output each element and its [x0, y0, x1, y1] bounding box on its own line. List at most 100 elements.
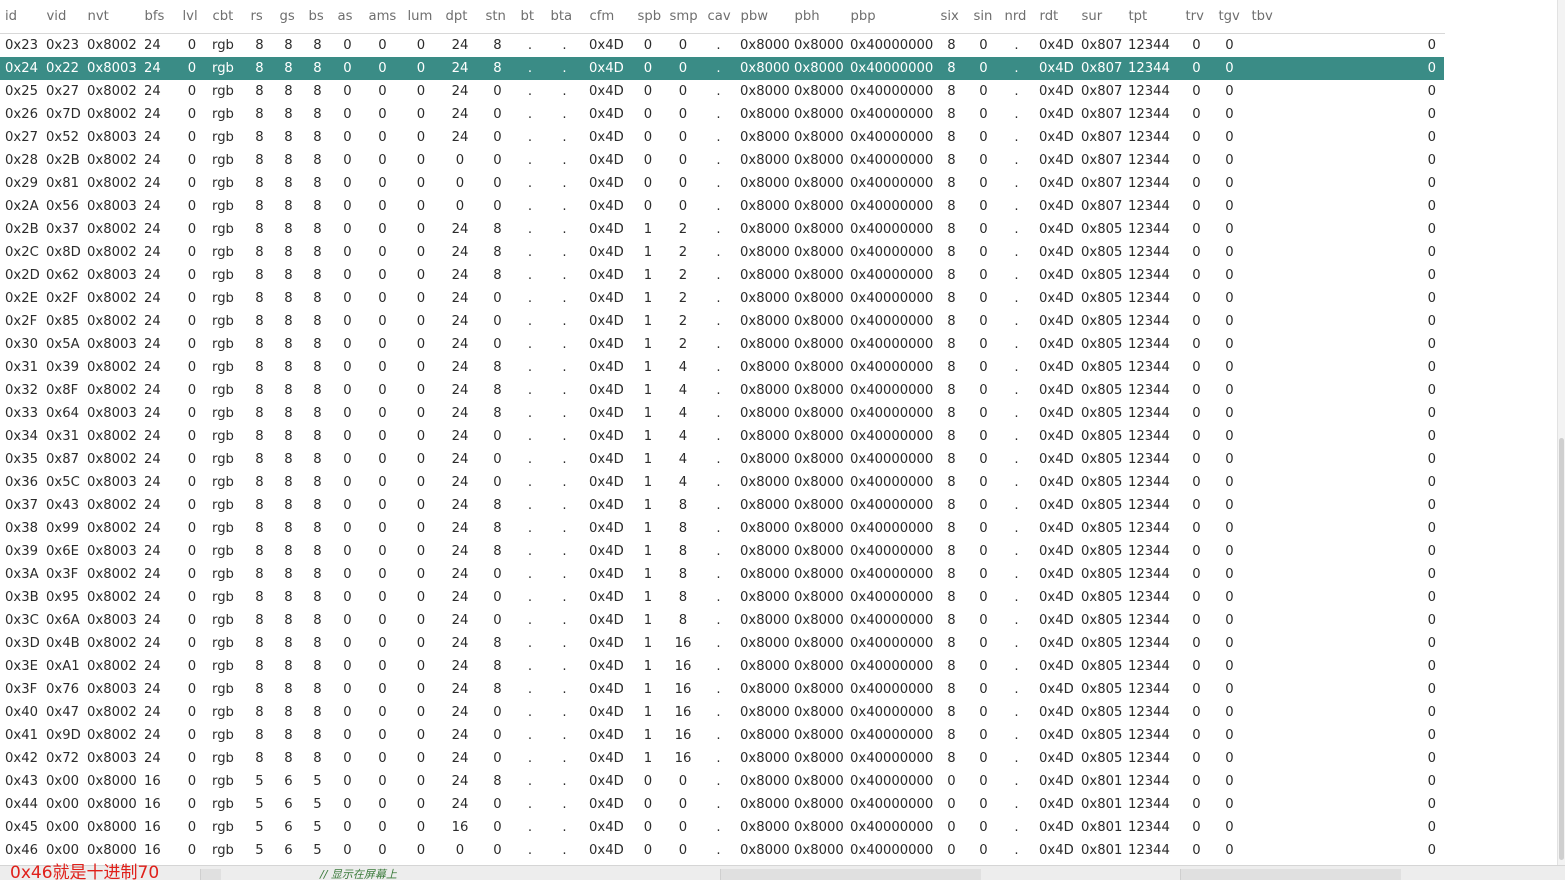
column-header-rs[interactable]: rs — [245, 0, 274, 34]
table-cell-cav: . — [716, 774, 721, 789]
table-row[interactable]: 0x29 0x81 0x8002 24 0 rgb 8 8 8 0 0 0 0 0.. 0x4D 0 0. 0x8… — [0, 172, 1444, 195]
table-row[interactable]: 0x38 0x99 0x8002 24 0 rgb 8 8 8 0 0 0 24 8.. 0x4D 1 8. 0x… — [0, 517, 1444, 540]
table-cell-cbt: rgb — [212, 107, 234, 122]
table-cell-six: 0 — [947, 820, 956, 835]
table-row[interactable]: 0x3E 0xA1 0x8002 24 0 rgb 8 8 8 0 0 0 24 8.. 0x4D 1 16. 0… — [0, 655, 1444, 678]
table-cell-gs: 8 — [284, 682, 293, 697]
column-header-cbt[interactable]: cbt — [207, 0, 245, 34]
table-cell-ams: 0 — [378, 797, 387, 812]
column-header-cfm[interactable]: cfm — [584, 0, 632, 34]
table-row[interactable]: 0x46 0x00 0x8000 16 0 rgb 5 6 5 0 0 0 0 0.. 0x4D 0 0. 0x8… — [0, 839, 1444, 862]
column-header-rdt[interactable]: rdt — [1034, 0, 1076, 34]
column-header-bs[interactable]: bs — [303, 0, 332, 34]
table-cell-pbp: 0x40000000 — [850, 498, 934, 513]
table-cell-vid: 0x2B — [46, 153, 80, 168]
table-row[interactable]: 0x3A 0x3F 0x8002 24 0 rgb 8 8 8 0 0 0 24 0.. 0x4D 1 8. 0x… — [0, 563, 1444, 586]
table-row[interactable]: 0x3D 0x4B 0x8002 24 0 rgb 8 8 8 0 0 0 24 8.. 0x4D 1 16. 0… — [0, 632, 1444, 655]
column-header-sur[interactable]: sur — [1076, 0, 1123, 34]
table-row[interactable]: 0x26 0x7D 0x8002 24 0 rgb 8 8 8 0 0 0 24 0.. 0x4D 0 0. 0x… — [0, 103, 1444, 126]
table-row[interactable]: 0x42 0x72 0x8003 24 0 rgb 8 8 8 0 0 0 24 0.. 0x4D 1 16. 0… — [0, 747, 1444, 770]
column-header-extra[interactable] — [1277, 0, 1444, 34]
table-row[interactable]: 0x24 0x22 0x8003 24 0 rgb 8 8 8 0 0 0 24 8.. 0x4D 0 0. 0x… — [0, 57, 1444, 80]
column-header-bt[interactable]: bt — [515, 0, 545, 34]
column-header-sin[interactable]: sin — [968, 0, 999, 34]
table-row[interactable]: 0x3B 0x95 0x8002 24 0 rgb 8 8 8 0 0 0 24 0.. 0x4D 1 8. 0x… — [0, 586, 1444, 609]
vertical-scrollbar-thumb[interactable] — [1559, 438, 1564, 860]
table-row[interactable]: 0x37 0x43 0x8002 24 0 rgb 8 8 8 0 0 0 24 8.. 0x4D 1 8. 0x… — [0, 494, 1444, 517]
table-row[interactable]: 0x45 0x00 0x8000 16 0 rgb 5 6 5 0 0 0 16 0.. 0x4D 0 0. 0x… — [0, 816, 1444, 839]
table-row[interactable]: 0x31 0x39 0x8002 24 0 rgb 8 8 8 0 0 0 24 8.. 0x4D 1 4. 0x… — [0, 356, 1444, 379]
table-row[interactable]: 0x35 0x87 0x8002 24 0 rgb 8 8 8 0 0 0 24 0.. 0x4D 1 4. 0x… — [0, 448, 1444, 471]
vertical-scrollbar[interactable] — [1557, 0, 1565, 865]
table-cell-spb: 0 — [643, 199, 653, 214]
column-header-stn[interactable]: stn — [480, 0, 515, 34]
column-header-bfs[interactable]: bfs — [139, 0, 177, 34]
table-cell-lum: 0 — [416, 475, 426, 490]
table-row[interactable]: 0x32 0x8F 0x8002 24 0 rgb 8 8 8 0 0 0 24 8.. 0x4D 1 4. 0x… — [0, 379, 1444, 402]
column-header-nrd[interactable]: nrd — [999, 0, 1034, 34]
column-header-bta[interactable]: bta — [545, 0, 584, 34]
table-cell-bta: . — [562, 728, 567, 743]
table-row[interactable]: 0x34 0x31 0x8002 24 0 rgb 8 8 8 0 0 0 24 0.. 0x4D 1 4. 0x… — [0, 425, 1444, 448]
table-cell-rs: 8 — [255, 84, 264, 99]
column-header-tgv[interactable]: tgv — [1213, 0, 1246, 34]
table-cell-smp: 0 — [678, 84, 688, 99]
table-row[interactable]: 0x33 0x64 0x8003 24 0 rgb 8 8 8 0 0 0 24 8.. 0x4D 1 4. 0x… — [0, 402, 1444, 425]
column-header-tbv[interactable]: tbv — [1246, 0, 1277, 34]
column-header-dpt[interactable]: dpt — [440, 0, 480, 34]
table-cell-as: 0 — [343, 406, 352, 421]
table-cell-gs: 8 — [284, 728, 293, 743]
table-cell-bt: . — [527, 406, 533, 421]
table-row[interactable]: 0x3F 0x76 0x8003 24 0 rgb 8 8 8 0 0 0 24 8.. 0x4D 1 16. 0… — [0, 678, 1444, 701]
column-header-tpt[interactable]: tpt — [1123, 0, 1180, 34]
column-header-spb[interactable]: spb — [632, 0, 664, 34]
column-header-nvt[interactable]: nvt — [82, 0, 139, 34]
column-header-vid[interactable]: vid — [41, 0, 82, 34]
table-row[interactable]: 0x41 0x9D 0x8002 24 0 rgb 8 8 8 0 0 0 24 0.. 0x4D 1 16. 0… — [0, 724, 1444, 747]
table-row[interactable]: 0x43 0x00 0x8000 16 0 rgb 5 6 5 0 0 0 24 8.. 0x4D 0 0. 0x… — [0, 770, 1444, 793]
table-row[interactable]: 0x2A 0x56 0x8003 24 0 rgb 8 8 8 0 0 0 0 0.. 0x4D 0 0. 0x8… — [0, 195, 1444, 218]
table-row[interactable]: 0x40 0x47 0x8002 24 0 rgb 8 8 8 0 0 0 24 0.. 0x4D 1 16. 0… — [0, 701, 1444, 724]
table-cell-tbv — [1246, 149, 1277, 172]
table-cell-bt: . — [527, 728, 533, 743]
table-cell-lum: 0 — [416, 659, 426, 674]
column-header-pbw[interactable]: pbw — [735, 0, 789, 34]
column-header-pbp[interactable]: pbp — [845, 0, 935, 34]
column-header-trv[interactable]: trv — [1180, 0, 1213, 34]
table-row[interactable]: 0x28 0x2B 0x8002 24 0 rgb 8 8 8 0 0 0 0 0.. 0x4D 0 0. 0x8… — [0, 149, 1444, 172]
table-row[interactable]: 0x2D 0x62 0x8003 24 0 rgb 8 8 8 0 0 0 24 8.. 0x4D 1 2. 0x… — [0, 264, 1444, 287]
column-header-id[interactable]: id — [0, 0, 41, 34]
column-header-six[interactable]: six — [935, 0, 968, 34]
column-header-smp[interactable]: smp — [664, 0, 702, 34]
table-row[interactable]: 0x3C 0x6A 0x8003 24 0 rgb 8 8 8 0 0 0 24 0.. 0x4D 1 8. 0x… — [0, 609, 1444, 632]
table-row[interactable]: 0x2E 0x2F 0x8002 24 0 rgb 8 8 8 0 0 0 24 0.. 0x4D 1 2. 0x… — [0, 287, 1444, 310]
column-header-gs[interactable]: gs — [274, 0, 303, 34]
table-cell-cbt: rgb — [212, 130, 234, 145]
table-row[interactable]: 0x2F 0x85 0x8002 24 0 rgb 8 8 8 0 0 0 24 0.. 0x4D 1 2. 0x… — [0, 310, 1444, 333]
column-header-pbh[interactable]: pbh — [789, 0, 845, 34]
table-cell-tpt: 12344 — [1128, 705, 1170, 720]
table-row[interactable]: 0x23 0x23 0x8002 24 0 rgb 8 8 8 0 0 0 24 8.. 0x4D 0 0. 0x… — [0, 34, 1444, 58]
table-row[interactable]: 0x27 0x52 0x8003 24 0 rgb 8 8 8 0 0 0 24 0.. 0x4D 0 0. 0x… — [0, 126, 1444, 149]
table-cell-tpt: 12344 — [1128, 245, 1170, 260]
table-cell-tbv — [1246, 632, 1277, 655]
table-cell-nrd: . — [1014, 728, 1019, 743]
table-row[interactable]: 0x44 0x00 0x8000 16 0 rgb 5 6 5 0 0 0 24 0.. 0x4D 0 0. 0x… — [0, 793, 1444, 816]
column-header-ams[interactable]: ams — [363, 0, 402, 34]
column-header-lvl[interactable]: lvl — [177, 0, 207, 34]
table-cell-pbw: 0x8000 — [740, 498, 789, 513]
table-row[interactable]: 0x39 0x6E 0x8003 24 0 rgb 8 8 8 0 0 0 24 8.. 0x4D 1 8. 0x… — [0, 540, 1444, 563]
table-cell-cbt: rgb — [212, 797, 234, 812]
column-header-lum[interactable]: lum — [402, 0, 440, 34]
table-row[interactable]: 0x2B 0x37 0x8002 24 0 rgb 8 8 8 0 0 0 24 8.. 0x4D 1 2. 0x… — [0, 218, 1444, 241]
table-cell-id: 0x26 — [5, 107, 38, 122]
table-cell-cbt: rgb — [212, 521, 234, 536]
table-row[interactable]: 0x25 0x27 0x8002 24 0 rgb 8 8 8 0 0 0 24 0.. 0x4D 0 0. 0x… — [0, 80, 1444, 103]
table-row[interactable]: 0x36 0x5C 0x8003 24 0 rgb 8 8 8 0 0 0 24 0.. 0x4D 1 4. 0x… — [0, 471, 1444, 494]
table-row[interactable]: 0x2C 0x8D 0x8002 24 0 rgb 8 8 8 0 0 0 24 8.. 0x4D 1 2. 0x… — [0, 241, 1444, 264]
table-cell-nvt: 0x8000 — [87, 774, 137, 789]
table-row[interactable]: 0x30 0x5A 0x8003 24 0 rgb 8 8 8 0 0 0 24 0.. 0x4D 1 2. 0x… — [0, 333, 1444, 356]
column-header-as[interactable]: as — [332, 0, 363, 34]
column-header-cav[interactable]: cav — [702, 0, 735, 34]
table-cell-bfs: 24 — [144, 475, 161, 490]
